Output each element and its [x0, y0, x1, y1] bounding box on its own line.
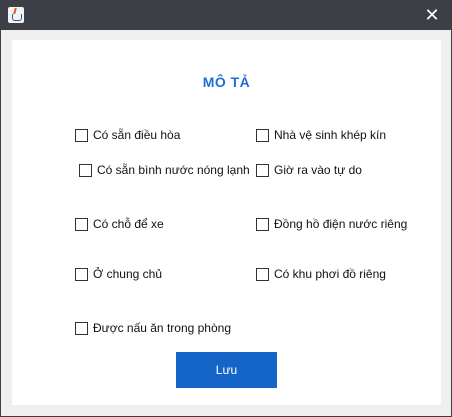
checkbox-box[interactable] [75, 321, 88, 335]
checkbox-box[interactable] [79, 163, 92, 177]
checkbox-box[interactable] [75, 217, 88, 231]
save-button[interactable]: Lưu [176, 352, 277, 388]
checkbox-separate-meter[interactable]: Đồng hồ điện nước riêng [256, 217, 407, 231]
checkbox-cooking[interactable]: Được nấu ăn trong phòng [75, 321, 231, 335]
checkbox-label: Có sẵn bình nước nóng lạnh [97, 163, 250, 177]
checkbox-private-bathroom[interactable]: Nhà vệ sinh khép kín [256, 128, 386, 142]
checkbox-with-owner[interactable]: Ở chung chủ [75, 267, 162, 281]
page-title: MÔ TẢ [202, 74, 251, 90]
checkbox-label: Có chỗ để xe [93, 217, 164, 231]
dialog-content: MÔ TẢ Có sẵn điều hòa Nhà vệ sinh khép k… [1, 30, 451, 416]
checkbox-label: Giờ ra vào tự do [274, 163, 362, 177]
checkbox-parking[interactable]: Có chỗ để xe [75, 217, 164, 231]
checkbox-label: Ở chung chủ [93, 267, 162, 281]
checkbox-water-heater[interactable]: Có sẵn bình nước nóng lạnh [79, 163, 250, 177]
checkbox-box[interactable] [256, 163, 269, 177]
java-app-icon [8, 7, 24, 23]
checkbox-free-hours[interactable]: Giờ ra vào tự do [256, 163, 362, 177]
close-button[interactable]: ✕ [412, 0, 452, 30]
checkbox-box[interactable] [75, 128, 88, 142]
checkbox-label: Nhà vệ sinh khép kín [274, 128, 387, 142]
title-bar: ✕ [0, 0, 452, 30]
checkbox-label: Có sẵn điều hòa [93, 128, 181, 142]
checkbox-label: Được nấu ăn trong phòng [93, 321, 231, 335]
checkbox-box[interactable] [75, 267, 88, 281]
checkbox-air-conditioner[interactable]: Có sẵn điều hòa [75, 128, 180, 142]
checkbox-label: Đồng hồ điện nước riêng [274, 217, 408, 231]
checkbox-private-drying[interactable]: Có khu phơi đồ riêng [256, 267, 386, 281]
checkbox-label: Có khu phơi đồ riêng [274, 267, 386, 281]
checkbox-box[interactable] [256, 217, 269, 231]
app-window: ✕ MÔ TẢ Có sẵn điều hòa Nhà vệ sinh khép… [0, 0, 452, 417]
checkbox-box[interactable] [256, 267, 269, 281]
description-panel: MÔ TẢ Có sẵn điều hòa Nhà vệ sinh khép k… [12, 40, 441, 405]
checkbox-box[interactable] [256, 128, 269, 142]
